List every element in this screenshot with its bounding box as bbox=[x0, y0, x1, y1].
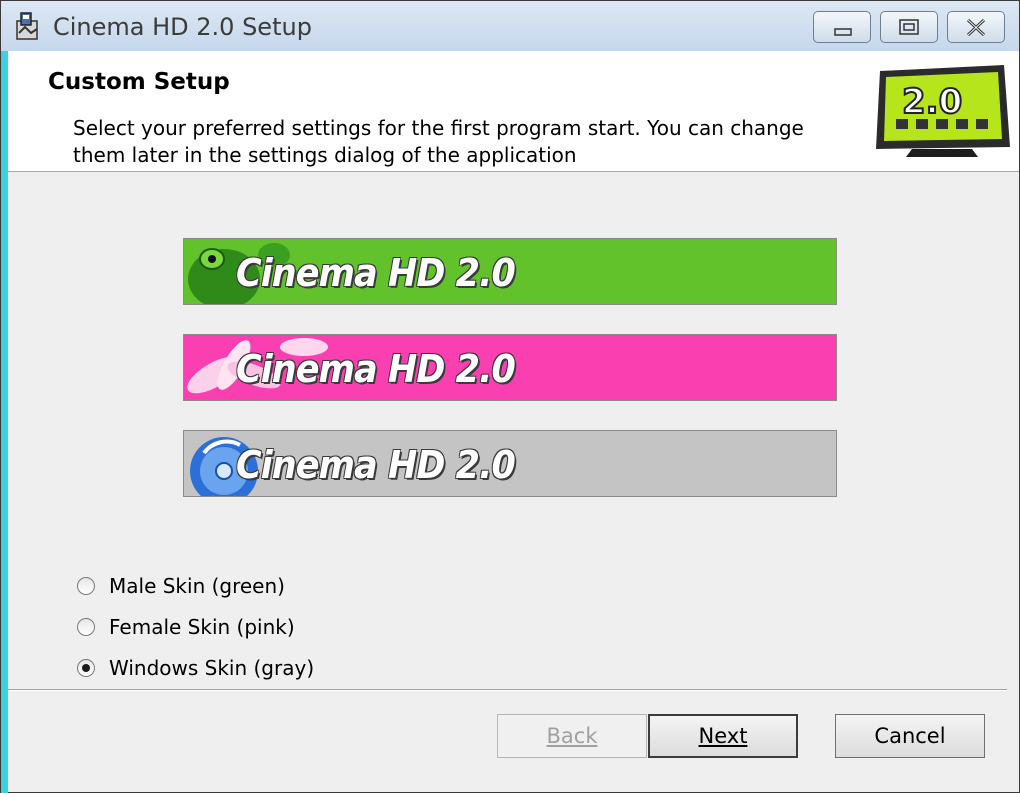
next-button-label: Next bbox=[698, 724, 748, 748]
skin-banner-pink[interactable]: Cinema HD 2.0 bbox=[183, 334, 837, 401]
header-panel: Custom Setup Select your preferred setti… bbox=[8, 51, 1019, 172]
next-button[interactable]: Next bbox=[648, 714, 798, 758]
minimize-button[interactable] bbox=[813, 11, 871, 43]
maximize-button[interactable] bbox=[880, 11, 938, 43]
radio-selected-dot bbox=[82, 664, 90, 672]
radio-button-selected[interactable] bbox=[77, 659, 95, 677]
radio-button[interactable] bbox=[77, 577, 95, 595]
banner-title: Cinema HD 2.0 bbox=[236, 443, 516, 487]
maximize-icon bbox=[899, 19, 919, 35]
banner-title: Cinema HD 2.0 bbox=[236, 251, 516, 295]
banner-title: Cinema HD 2.0 bbox=[236, 347, 516, 391]
radio-label[interactable]: Female Skin (pink) bbox=[109, 615, 295, 639]
close-button[interactable] bbox=[947, 11, 1005, 43]
minimize-icon bbox=[834, 28, 852, 36]
window-title: Cinema HD 2.0 Setup bbox=[53, 13, 312, 41]
close-icon bbox=[966, 18, 986, 37]
back-button-label: Back bbox=[546, 724, 598, 748]
skin-banner-green[interactable]: Cinema HD 2.0 bbox=[183, 238, 837, 305]
radio-label[interactable]: Male Skin (green) bbox=[109, 574, 285, 598]
cancel-button-label: Cancel bbox=[874, 724, 946, 748]
setup-window: Cinema HD 2.0 Setup Custom Setup Select … bbox=[0, 0, 1020, 793]
product-logo: 2.0 bbox=[872, 63, 1012, 161]
radio-label[interactable]: Windows Skin (gray) bbox=[109, 656, 314, 680]
svg-text:2.0: 2.0 bbox=[902, 82, 962, 122]
window-accent-border bbox=[1, 51, 8, 793]
footer-divider bbox=[8, 689, 1007, 691]
back-button[interactable]: Back bbox=[497, 714, 647, 758]
page-description: Select your preferred settings for the f… bbox=[73, 116, 804, 167]
title-bar[interactable]: Cinema HD 2.0 Setup bbox=[1, 1, 1019, 52]
page-title: Custom Setup bbox=[48, 69, 230, 95]
installer-icon bbox=[13, 11, 43, 43]
cancel-button[interactable]: Cancel bbox=[835, 714, 985, 758]
skin-banner-gray[interactable]: Cinema HD 2.0 bbox=[183, 430, 837, 497]
radio-button[interactable] bbox=[77, 618, 95, 636]
